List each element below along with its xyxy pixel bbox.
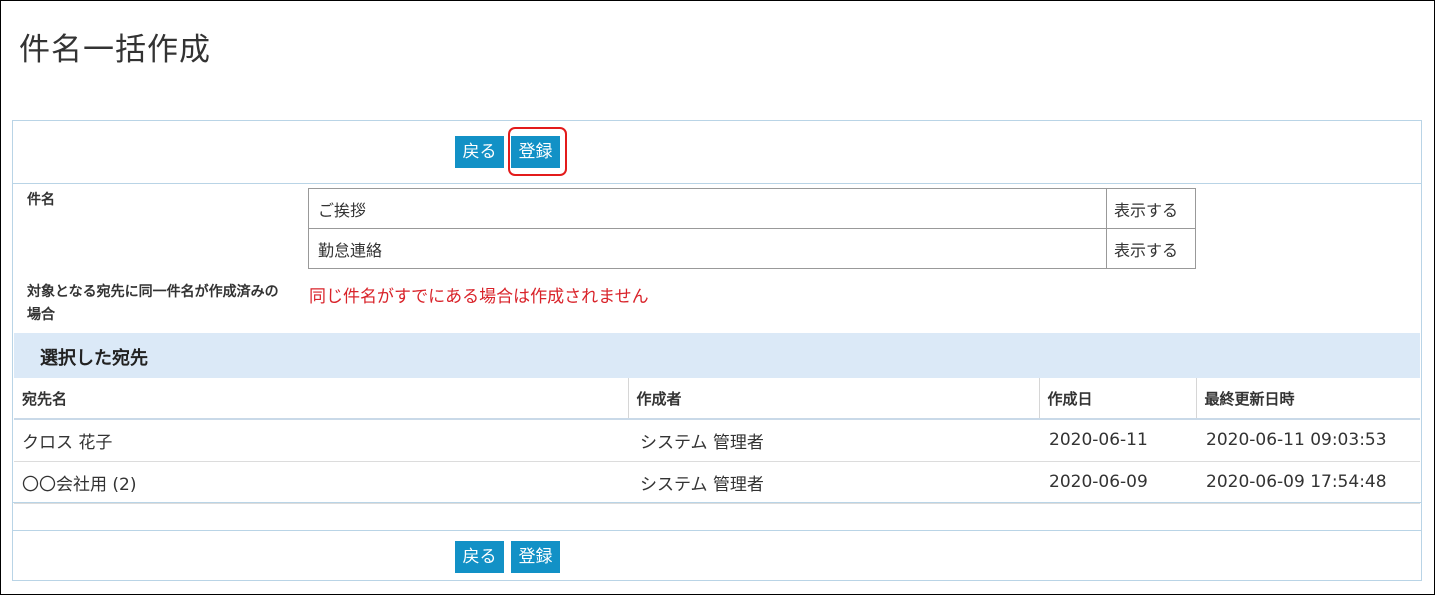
subject-row: 勤怠連絡 表示する	[308, 228, 1196, 269]
destination-created: 2020-06-11	[1039, 419, 1196, 462]
destination-updated: 2020-06-09 17:54:48	[1196, 461, 1420, 504]
show-subject-link[interactable]: 表示する	[1106, 188, 1196, 229]
table-divider	[13, 502, 1421, 503]
subject-name: ご挨拶	[308, 188, 1107, 229]
form-panel: 戻る 登録 件名 ご挨拶 表示する 勤怠連絡 表示する 対象となる宛先に同一件名…	[12, 120, 1422, 581]
back-button[interactable]: 戻る	[455, 136, 504, 168]
selected-destinations-header: 選択した宛先	[14, 333, 1420, 378]
subject-name: 勤怠連絡	[308, 228, 1107, 269]
section-title: 選択した宛先	[40, 348, 148, 369]
register-button[interactable]: 登録	[511, 541, 560, 573]
show-subject-link[interactable]: 表示する	[1106, 228, 1196, 269]
bottom-button-row: 戻る 登録	[13, 530, 1421, 581]
column-header-creator[interactable]: 作成者	[628, 378, 1040, 420]
subject-table: ご挨拶 表示する 勤怠連絡 表示する	[308, 188, 1196, 269]
column-header-updated[interactable]: 最終更新日時	[1196, 378, 1420, 420]
destination-name: 〇〇会社用 (2)	[14, 461, 628, 504]
duplicate-rule-label: 対象となる宛先に同一件名が作成済みの場合	[27, 284, 279, 323]
register-highlight	[508, 127, 567, 176]
back-button[interactable]: 戻る	[455, 541, 504, 573]
duplicate-rule-warning: 同じ件名がすでにある場合は作成されません	[309, 287, 649, 307]
table-header-row: 宛先名 作成者 作成日 最終更新日時	[14, 378, 1420, 420]
destination-updated: 2020-06-11 09:03:53	[1196, 419, 1420, 462]
column-header-created[interactable]: 作成日	[1039, 378, 1197, 420]
top-button-row: 戻る 登録	[13, 121, 1421, 184]
destination-name: クロス 花子	[14, 419, 628, 462]
page-title: 件名一括作成	[19, 32, 211, 68]
destination-created: 2020-06-09	[1039, 461, 1196, 504]
destinations-table: 宛先名 作成者 作成日 最終更新日時 クロス 花子 システム 管理者 2020-…	[14, 378, 1420, 504]
column-header-name[interactable]: 宛先名	[14, 378, 629, 420]
table-row[interactable]: クロス 花子 システム 管理者 2020-06-11 2020-06-11 09…	[14, 419, 1420, 462]
table-row[interactable]: 〇〇会社用 (2) システム 管理者 2020-06-09 2020-06-09…	[14, 461, 1420, 504]
destination-creator: システム 管理者	[628, 461, 1039, 504]
destination-creator: システム 管理者	[628, 419, 1039, 462]
subject-label: 件名	[27, 192, 55, 208]
subject-row: ご挨拶 表示する	[308, 188, 1196, 229]
